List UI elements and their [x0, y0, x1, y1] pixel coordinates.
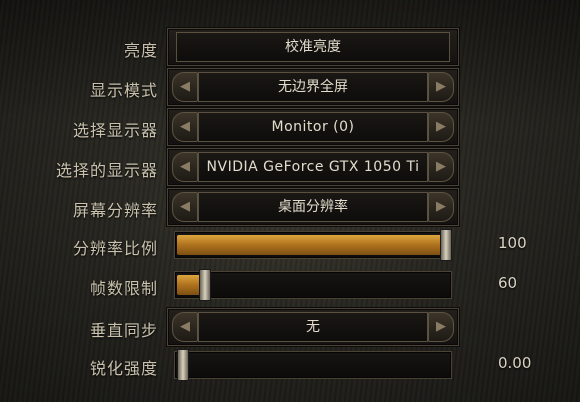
selected-display-value[interactable]: NVIDIA GeForce GTX 1050 Ti: [198, 152, 428, 182]
resolution-scale-readout: 100: [498, 234, 527, 252]
slider-handle[interactable]: [440, 229, 452, 261]
select-display-selector: ◀ Monitor (0) ▶: [167, 108, 459, 146]
select-display-label: 选择显示器: [72, 121, 158, 140]
screen-resolution-value[interactable]: 桌面分辨率: [198, 192, 428, 222]
row-vsync: 垂直同步 ◀ 无 ▶: [0, 306, 580, 346]
vsync-label: 垂直同步: [89, 321, 158, 340]
sharpening-readout: 0.00: [498, 354, 532, 372]
brightness-label: 亮度: [123, 41, 158, 60]
row-display-mode: 显示模式 ◀ 无边界全屏 ▶: [0, 66, 580, 106]
chevron-right-icon[interactable]: ▶: [428, 152, 454, 182]
row-resolution-scale: 分辨率比例 100: [0, 224, 580, 264]
chevron-left-icon[interactable]: ◀: [172, 112, 198, 142]
slider-handle[interactable]: [177, 349, 189, 381]
selected-display-label: 选择的显示器: [55, 161, 158, 180]
display-mode-value[interactable]: 无边界全屏: [198, 72, 428, 102]
chevron-right-icon[interactable]: ▶: [428, 72, 454, 102]
selected-display-selector: ◀ NVIDIA GeForce GTX 1050 Ti ▶: [167, 148, 459, 186]
row-sharpening: 锐化强度 0.00: [0, 344, 580, 384]
chevron-right-icon[interactable]: ▶: [428, 112, 454, 142]
vsync-selector: ◀ 无 ▶: [167, 308, 459, 346]
sharpening-slider[interactable]: [174, 349, 452, 381]
brightness-button-frame: 校准亮度: [167, 28, 459, 66]
row-frame-limit: 帧数限制 60: [0, 264, 580, 304]
chevron-right-icon[interactable]: ▶: [428, 192, 454, 222]
resolution-scale-label: 分辨率比例: [72, 239, 158, 258]
resolution-scale-slider[interactable]: [174, 229, 452, 261]
row-screen-resolution: 屏幕分辨率 ◀ 桌面分辨率 ▶: [0, 186, 580, 226]
display-mode-label: 显示模式: [89, 81, 158, 100]
chevron-left-icon[interactable]: ◀: [172, 152, 198, 182]
slider-handle[interactable]: [199, 269, 211, 301]
screen-resolution-selector: ◀ 桌面分辨率 ▶: [167, 188, 459, 226]
row-brightness: 亮度 校准亮度: [0, 26, 580, 66]
select-display-value[interactable]: Monitor (0): [198, 112, 428, 142]
screen-resolution-label: 屏幕分辨率: [72, 201, 158, 220]
chevron-left-icon[interactable]: ◀: [172, 72, 198, 102]
chevron-right-icon[interactable]: ▶: [428, 312, 454, 342]
sharpening-label: 锐化强度: [89, 359, 158, 378]
vsync-value[interactable]: 无: [198, 312, 428, 342]
row-select-display: 选择显示器 ◀ Monitor (0) ▶: [0, 106, 580, 146]
slider-fill: [177, 235, 447, 255]
display-mode-selector: ◀ 无边界全屏 ▶: [167, 68, 459, 106]
frame-limit-slider[interactable]: [174, 269, 452, 301]
chevron-left-icon[interactable]: ◀: [172, 312, 198, 342]
frame-limit-readout: 60: [498, 274, 518, 292]
row-selected-display: 选择的显示器 ◀ NVIDIA GeForce GTX 1050 Ti ▶: [0, 146, 580, 186]
frame-limit-label: 帧数限制: [89, 279, 158, 298]
calibrate-brightness-button[interactable]: 校准亮度: [176, 32, 450, 62]
chevron-left-icon[interactable]: ◀: [172, 192, 198, 222]
